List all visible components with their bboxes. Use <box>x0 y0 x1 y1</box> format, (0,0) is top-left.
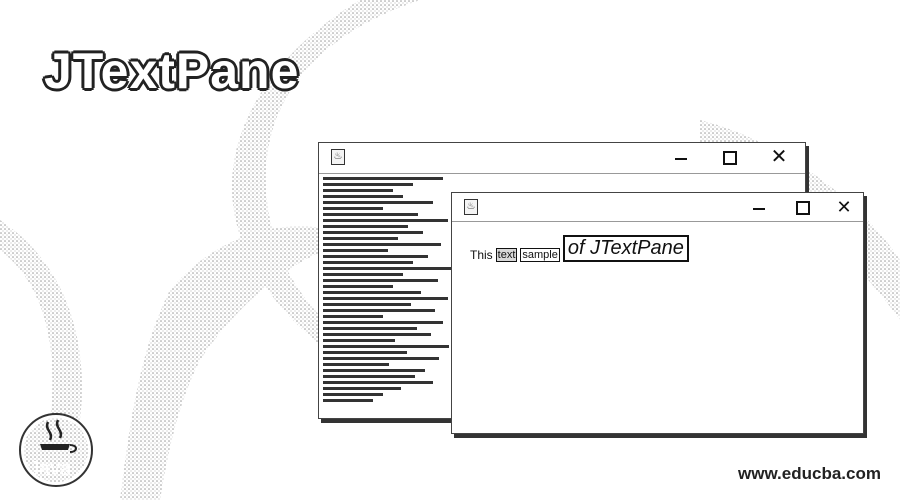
site-url: www.educba.com <box>738 464 881 483</box>
minimize-icon[interactable] <box>671 147 691 167</box>
java-app-icon: ♨ <box>331 149 345 165</box>
styled-large-text: of JTextPane <box>562 235 689 262</box>
window-titlebar: ♨ ✕ <box>452 193 863 222</box>
highlighted-word: text <box>495 248 518 262</box>
plain-word: This <box>470 248 493 262</box>
source-code-area <box>323 177 455 413</box>
boxed-word: sample <box>520 248 560 262</box>
maximize-icon[interactable] <box>719 147 739 167</box>
jtextpane-window: ♨ ✕ This text sample of JTextPane <box>451 192 864 434</box>
page-title: JTextPane <box>44 43 300 99</box>
minimize-icon[interactable] <box>749 197 769 217</box>
java-logo-label: Java <box>29 458 72 480</box>
text-pane-content[interactable]: This text sample of JTextPane <box>470 235 689 262</box>
java-app-icon: ♨ <box>464 199 478 215</box>
window-titlebar: ♨ ✕ <box>319 143 805 174</box>
close-icon[interactable]: ✕ <box>769 147 789 167</box>
close-icon[interactable]: ✕ <box>834 197 854 217</box>
maximize-icon[interactable] <box>792 197 812 217</box>
